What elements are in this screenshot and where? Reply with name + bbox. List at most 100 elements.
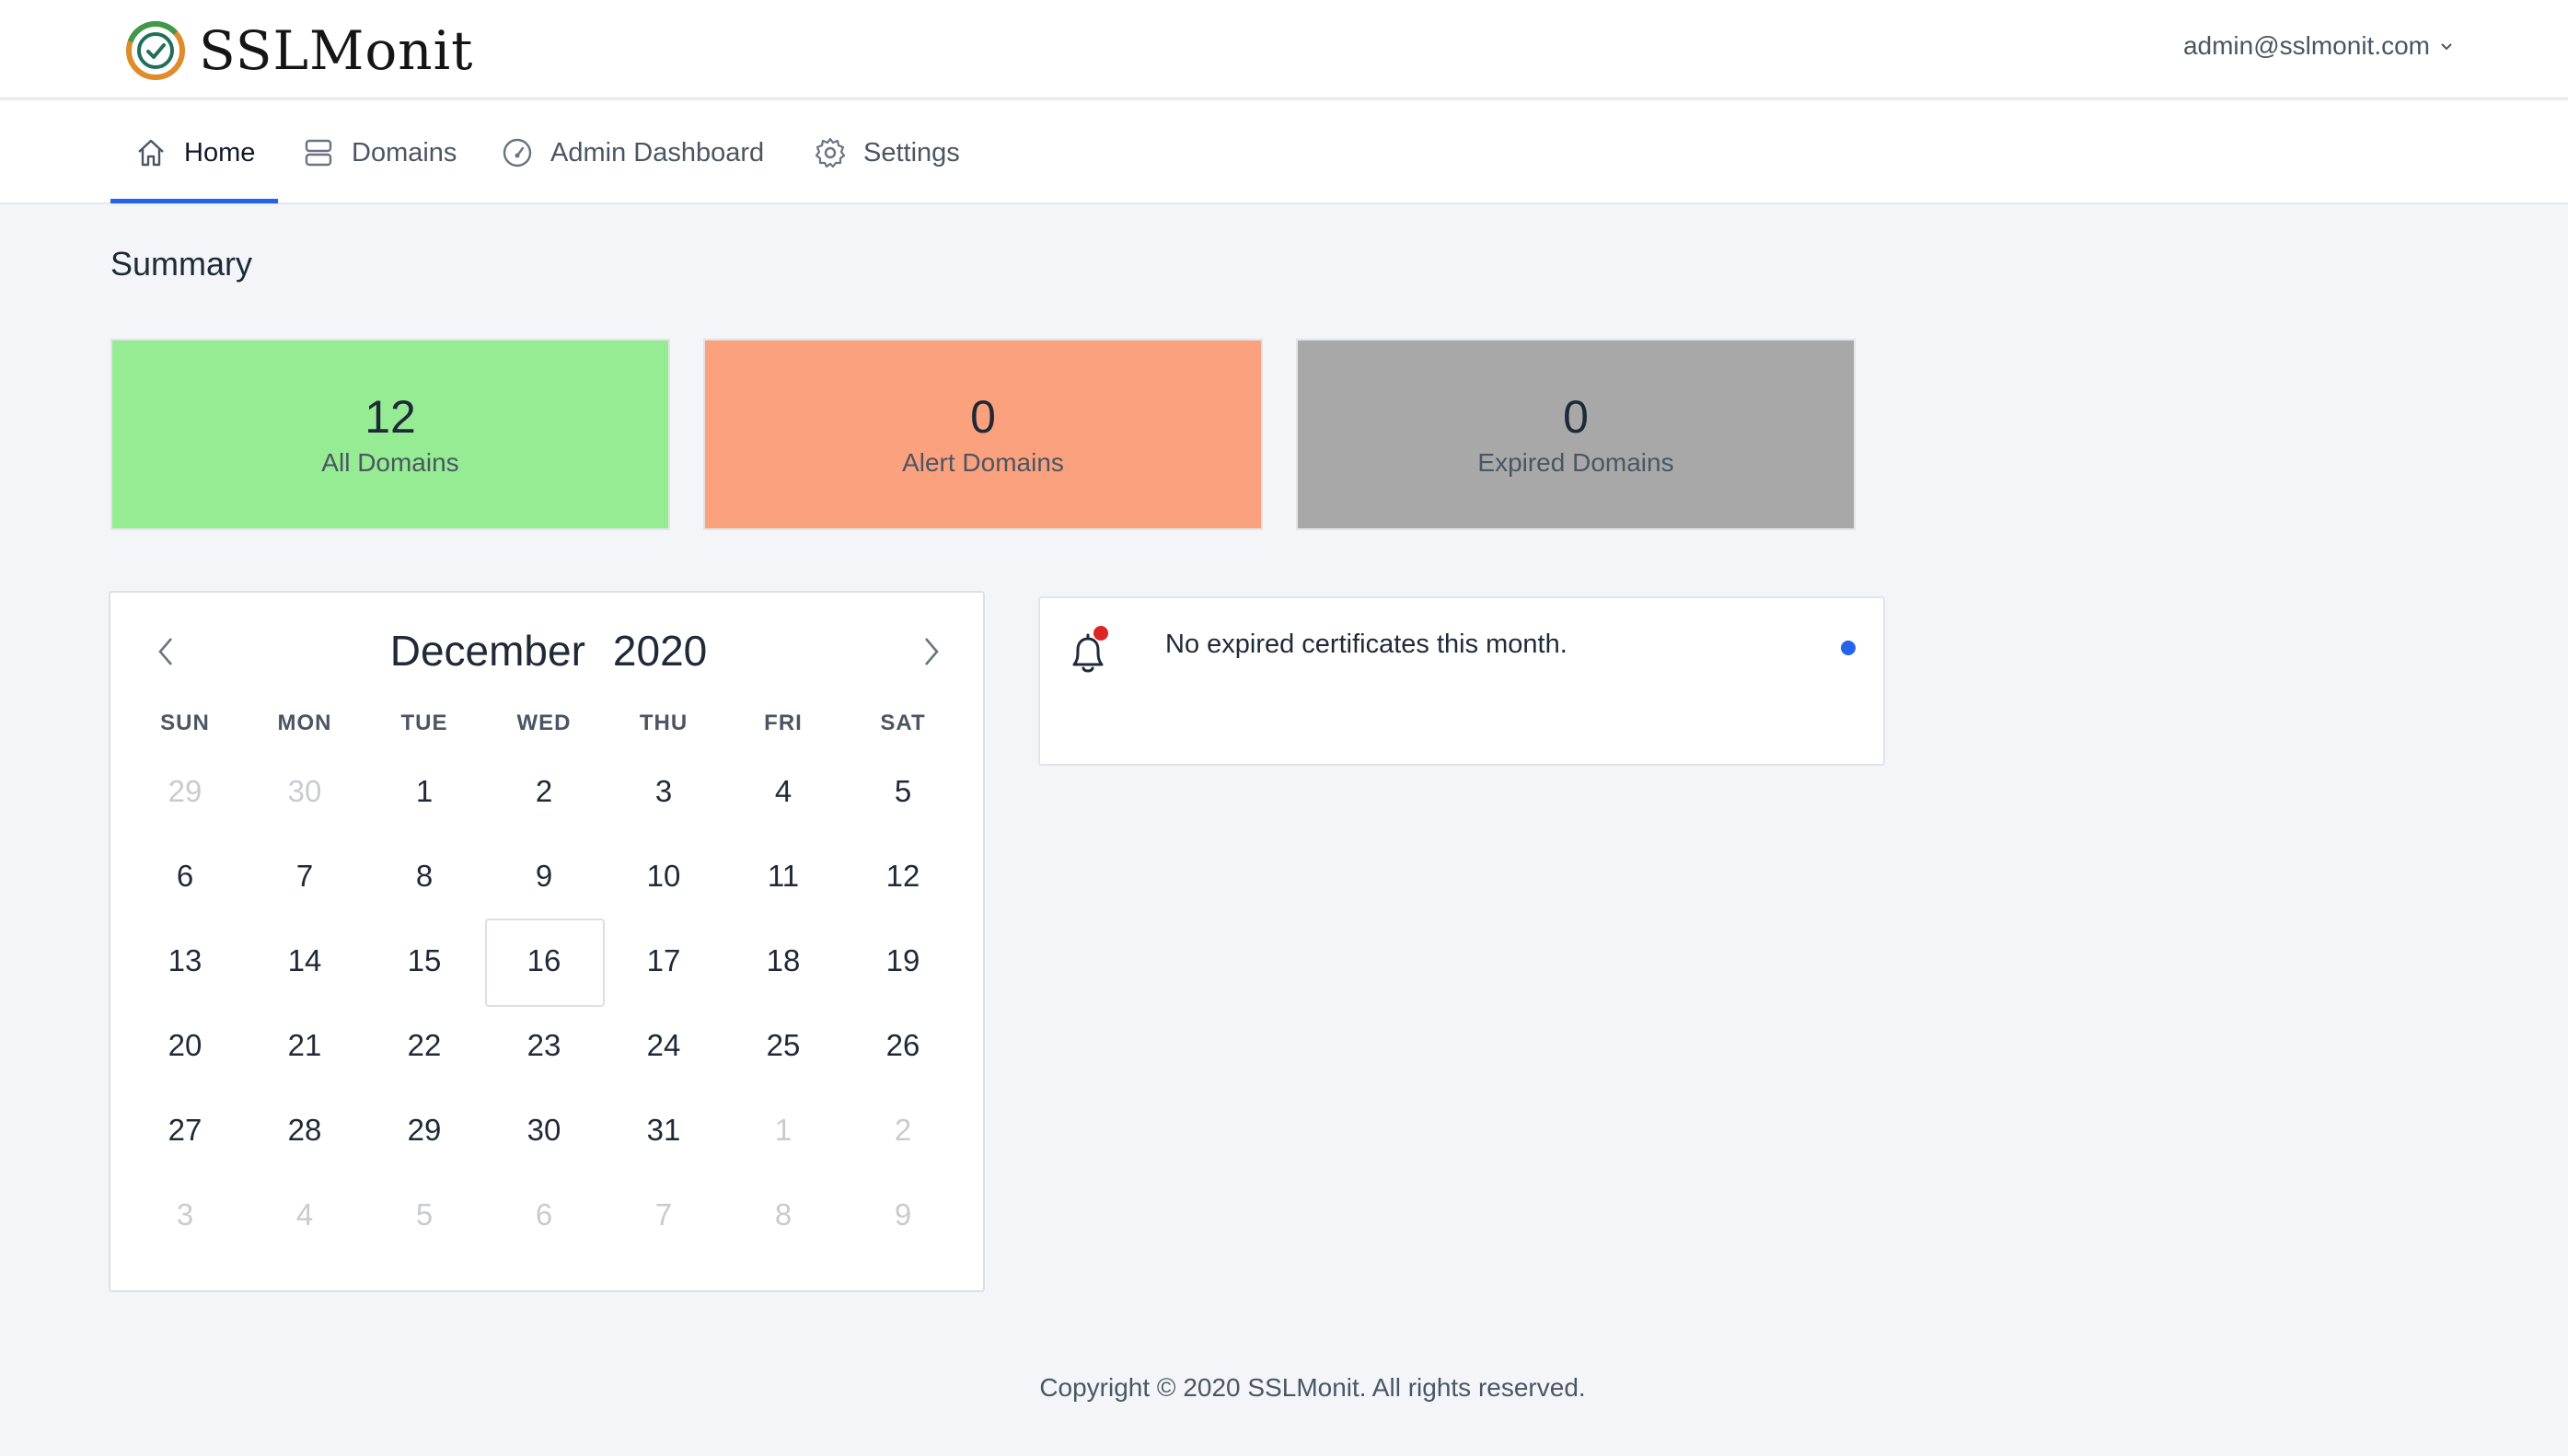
calendar-day[interactable]: 10 bbox=[604, 834, 723, 919]
calendar-day[interactable]: 28 bbox=[245, 1088, 364, 1173]
calendar-day[interactable]: 7 bbox=[245, 834, 364, 919]
calendar-day[interactable]: 14 bbox=[245, 919, 364, 1003]
calendar-day[interactable]: 27 bbox=[125, 1088, 245, 1173]
calendar-day[interactable]: 25 bbox=[723, 1003, 843, 1088]
calendar-day[interactable]: 3 bbox=[604, 749, 723, 834]
calendar-day-outside[interactable]: 5 bbox=[364, 1173, 484, 1257]
calendar-day[interactable]: 15 bbox=[364, 919, 484, 1003]
calendar-day[interactable]: 18 bbox=[723, 919, 843, 1003]
stat-value: 0 bbox=[970, 391, 996, 443]
calendar-week-row: 6 7 8 9 10 11 12 bbox=[125, 834, 966, 919]
tab-home[interactable]: Home bbox=[134, 101, 255, 204]
all-domains-card[interactable]: 12 All Domains bbox=[110, 339, 670, 530]
calendar-day[interactable]: 5 bbox=[843, 749, 963, 834]
dashboard-icon bbox=[503, 138, 532, 168]
calendar-day[interactable]: 1 bbox=[364, 749, 484, 834]
calendar: December 2020 SUN MON TUE WED THU FRI SAT 29 30 1… bbox=[109, 591, 985, 1292]
calendar-day-outside[interactable]: 7 bbox=[604, 1173, 723, 1257]
calendar-day[interactable]: 29 bbox=[364, 1088, 484, 1173]
calendar-year: 2020 bbox=[612, 627, 708, 675]
calendar-day[interactable]: 23 bbox=[484, 1003, 604, 1088]
calendar-day-outside[interactable]: 6 bbox=[484, 1173, 604, 1257]
notification-message: No expired certificates this month. bbox=[1165, 630, 1567, 659]
user-menu[interactable]: admin@sslmonit.com bbox=[2183, 31, 2454, 61]
calendar-day[interactable]: 24 bbox=[604, 1003, 723, 1088]
weekday-label: THU bbox=[639, 711, 688, 735]
top-header: SSLMonit admin@sslmonit.com bbox=[0, 0, 2568, 99]
footer-copyright: Copyright © 2020 SSLMonit. All rights re… bbox=[1039, 1373, 1586, 1402]
calendar-day[interactable]: 20 bbox=[125, 1003, 245, 1088]
tab-domains-label: Domains bbox=[352, 137, 457, 168]
tab-admin-dashboard-label: Admin Dashboard bbox=[550, 137, 765, 168]
tab-settings-label: Settings bbox=[863, 137, 960, 168]
calendar-day[interactable]: 4 bbox=[723, 749, 843, 834]
calendar-day[interactable]: 13 bbox=[125, 919, 245, 1003]
calendar-week-row: 13 14 15 16 17 18 19 bbox=[125, 919, 966, 1007]
next-month-button[interactable] bbox=[913, 630, 950, 674]
bell-icon[interactable] bbox=[1060, 626, 1116, 681]
brand-logo[interactable]: SSLMonit bbox=[125, 18, 473, 83]
calendar-day-outside[interactable]: 2 bbox=[843, 1088, 963, 1173]
gear-icon bbox=[815, 137, 846, 168]
main-nav: Home Domains Admin Dashboard Settings bbox=[0, 101, 2568, 204]
calendar-day[interactable]: 30 bbox=[484, 1088, 604, 1173]
summary-title: Summary bbox=[110, 245, 253, 283]
calendar-day-outside[interactable]: 29 bbox=[125, 749, 245, 834]
expired-domains-card[interactable]: 0 Expired Domains bbox=[1296, 339, 1856, 530]
weekday-label: FRI bbox=[764, 711, 803, 735]
calendar-day[interactable]: 26 bbox=[843, 1003, 963, 1088]
calendar-day[interactable]: 31 bbox=[604, 1088, 723, 1173]
calendar-day-outside[interactable]: 8 bbox=[723, 1173, 843, 1257]
stat-label: Alert Domains bbox=[902, 448, 1064, 477]
calendar-day[interactable]: 22 bbox=[364, 1003, 484, 1088]
calendar-week-row: 27 28 29 30 31 1 2 bbox=[125, 1088, 966, 1173]
calendar-week-row: 29 30 1 2 3 4 5 bbox=[125, 749, 966, 834]
stat-label: All Domains bbox=[321, 448, 459, 477]
tab-admin-dashboard[interactable]: Admin Dashboard bbox=[501, 101, 764, 204]
tab-home-label: Home bbox=[184, 137, 256, 168]
calendar-month-year: December 2020 bbox=[110, 626, 987, 676]
home-icon bbox=[138, 139, 164, 167]
calendar-day[interactable]: 9 bbox=[484, 834, 604, 919]
weekday-label: MON bbox=[277, 711, 332, 735]
calendar-day-outside[interactable]: 9 bbox=[843, 1173, 963, 1257]
calendar-day-outside[interactable]: 4 bbox=[245, 1173, 364, 1257]
weekday-label: WED bbox=[516, 711, 572, 735]
tab-domains[interactable]: Domains bbox=[302, 101, 457, 204]
calendar-day[interactable]: 8 bbox=[364, 834, 484, 919]
calendar-week-row: 3456789 bbox=[125, 1173, 966, 1257]
calendar-day[interactable]: 6 bbox=[125, 834, 245, 919]
chevron-right-icon bbox=[925, 638, 939, 665]
chevron-down-icon bbox=[2441, 43, 2452, 51]
calendar-day[interactable]: 19 bbox=[843, 919, 963, 1003]
calendar-day[interactable]: 21 bbox=[245, 1003, 364, 1088]
brand-name: SSLMonit bbox=[199, 19, 474, 82]
alert-domains-card[interactable]: 0 Alert Domains bbox=[703, 339, 1263, 530]
calendar-day[interactable]: 11 bbox=[723, 834, 843, 919]
calendar-grid: SUN MON TUE WED THU FRI SAT 29 30 1 2 3 4 5 6 7 8 9 10 11 1… bbox=[125, 698, 966, 1257]
logo-icon bbox=[126, 21, 185, 80]
active-tab-indicator bbox=[110, 199, 278, 203]
stat-value: 0 bbox=[1563, 391, 1589, 443]
calendar-week-row: 20 21 22 23 24 25 26 bbox=[125, 1003, 966, 1088]
calendar-day-outside[interactable]: 1 bbox=[723, 1088, 843, 1173]
calendar-day-outside[interactable]: 3 bbox=[125, 1173, 245, 1257]
tab-settings[interactable]: Settings bbox=[814, 101, 960, 204]
calendar-day[interactable]: 17 bbox=[604, 919, 723, 1003]
calendar-body: 29 30 1 2 3 4 5 6 7 8 9 10 11 12 13 14 15 16 17 18 19 20 21 22 2… bbox=[125, 749, 966, 1257]
server-icon bbox=[305, 139, 332, 167]
notification-badge bbox=[1093, 626, 1108, 641]
calendar-day-outside[interactable]: 30 bbox=[245, 749, 364, 834]
calendar-month: December bbox=[389, 627, 585, 675]
stat-value: 12 bbox=[364, 391, 416, 443]
stat-label: Expired Domains bbox=[1477, 448, 1674, 477]
weekday-label: TUE bbox=[400, 711, 448, 735]
calendar-day[interactable]: 12 bbox=[843, 834, 963, 919]
weekday-header: SUN MON TUE WED THU FRI SAT bbox=[125, 698, 966, 749]
calendar-day-selected[interactable]: 16 bbox=[484, 919, 605, 1007]
notification-card: No expired certificates this month. bbox=[1038, 596, 1885, 766]
calendar-day[interactable]: 2 bbox=[484, 749, 604, 834]
weekday-label: SUN bbox=[160, 711, 210, 735]
user-email: admin@sslmonit.com bbox=[2182, 31, 2430, 60]
weekday-label: SAT bbox=[880, 711, 926, 735]
